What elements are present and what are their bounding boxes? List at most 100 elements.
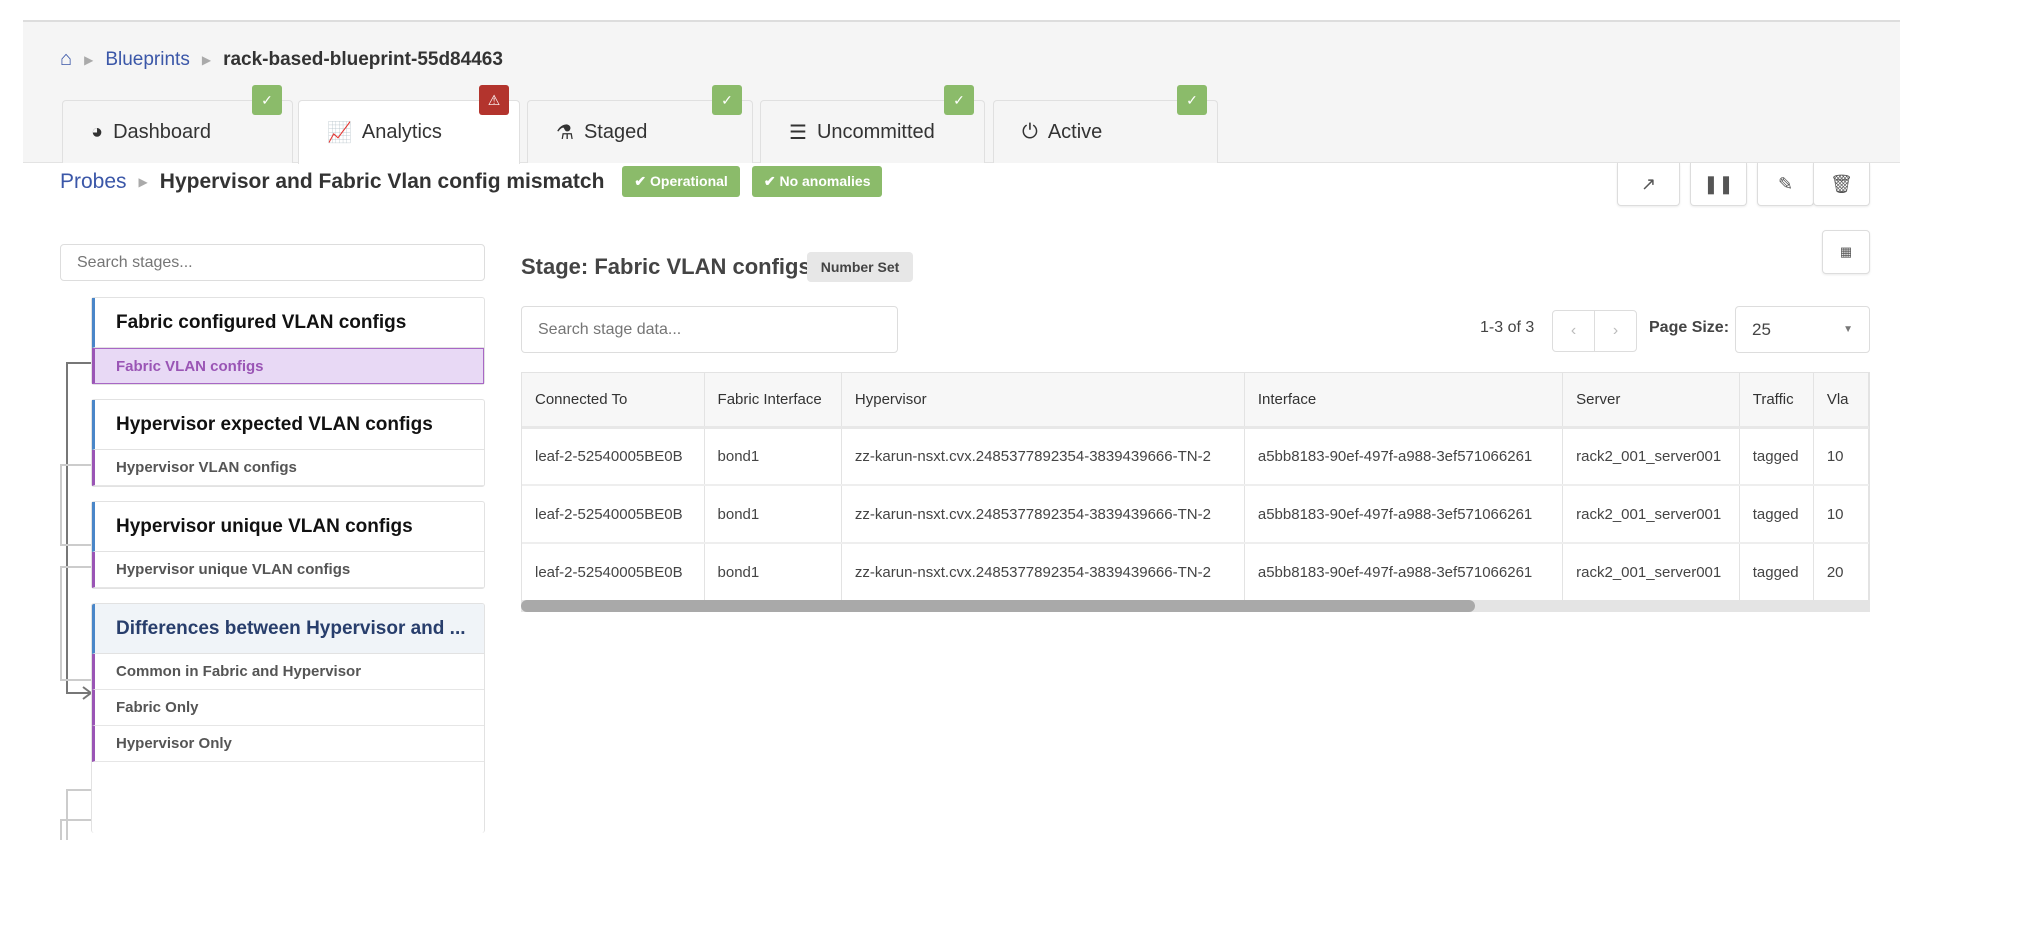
- home-icon[interactable]: ⌂: [60, 48, 72, 71]
- anomalies-label: No anomalies: [779, 173, 871, 189]
- chevron-right-icon: ▶: [84, 52, 94, 67]
- breadcrumb: ⌂ ▶ Blueprints ▶ rack-based-blueprint-55…: [60, 48, 503, 71]
- page-size-select[interactable]: 25 ▼: [1735, 306, 1870, 353]
- table-cell: bond1: [704, 485, 842, 544]
- stage-data-table: Connected To Fabric Interface Hypervisor…: [521, 372, 1870, 612]
- stage-title[interactable]: Hypervisor unique VLAN configs: [92, 502, 484, 552]
- pause-button[interactable]: ❚❚: [1690, 163, 1747, 206]
- table-cell: leaf-2-52540005BE0B: [522, 543, 705, 602]
- next-page-button[interactable]: ›: [1595, 311, 1636, 351]
- table-row[interactable]: leaf-2-52540005BE0B bond1 zz-karun-nsxt.cv…: [522, 543, 1869, 602]
- tab-label: Dashboard: [113, 120, 211, 143]
- chevron-right-icon: ▶: [138, 174, 148, 189]
- table-cell: tagged: [1739, 485, 1814, 544]
- pause-icon: ❚❚: [1703, 173, 1734, 194]
- table-cell: 20: [1813, 543, 1869, 602]
- ok-badge-icon: ✓: [944, 85, 974, 115]
- tab-label: Analytics: [361, 121, 442, 143]
- probe-title-bar: Probes ▶ Hypervisor and Fabric Vlan conf…: [60, 166, 883, 197]
- stage-output[interactable]: Hypervisor unique VLAN configs: [92, 552, 484, 588]
- dashboard-icon: ◕: [91, 120, 104, 143]
- table-cell: a5bb8183-90ef-497f-a988-3ef571066261: [1244, 427, 1564, 486]
- table-cell: 10: [1813, 485, 1869, 544]
- share-icon: ↗: [1640, 173, 1657, 194]
- table-cell: rack2_001_server001: [1562, 485, 1740, 544]
- flask-icon: ⚗: [556, 121, 574, 144]
- edit-icon: ✎: [1777, 173, 1794, 194]
- stage-title-heading: Stage: Fabric VLAN configs: [521, 254, 811, 279]
- column-header[interactable]: Hypervisor: [841, 373, 1245, 429]
- column-header[interactable]: Server: [1562, 373, 1740, 429]
- edit-button[interactable]: ✎: [1757, 163, 1814, 206]
- table-cell: zz-karun-nsxt.cvx.2485377892354-38394396…: [841, 543, 1245, 602]
- table-cell: tagged: [1739, 543, 1814, 602]
- pagination-controls: ‹ ›: [1552, 310, 1637, 352]
- page-size-value: 25: [1752, 319, 1771, 339]
- page-size-label: Page Size:: [1649, 319, 1730, 336]
- column-header[interactable]: Vla: [1813, 373, 1869, 429]
- breadcrumb-current: rack-based-blueprint-55d84463: [223, 48, 503, 70]
- stage-output[interactable]: Hypervisor Only: [92, 726, 484, 762]
- warning-badge-icon: ⚠: [479, 85, 509, 115]
- tab-active[interactable]: ⏻ Active ✓: [993, 85, 1218, 163]
- table-cell: a5bb8183-90ef-497f-a988-3ef571066261: [1244, 543, 1564, 602]
- probes-link[interactable]: Probes: [60, 170, 127, 194]
- column-header[interactable]: Connected To: [522, 373, 705, 429]
- delete-button[interactable]: 🗑: [1813, 163, 1870, 206]
- table-cell: bond1: [704, 543, 842, 602]
- prev-page-button[interactable]: ‹: [1553, 311, 1595, 351]
- probe-title: Hypervisor and Fabric Vlan config mismat…: [159, 169, 605, 193]
- stage-output[interactable]: Fabric Only: [92, 690, 484, 726]
- table-cell: zz-karun-nsxt.cvx.2485377892354-38394396…: [841, 427, 1245, 486]
- scrollbar-thumb[interactable]: [521, 600, 1475, 612]
- stage-connectors: [60, 362, 93, 840]
- stage-output[interactable]: Hypervisor VLAN configs: [92, 450, 484, 486]
- stage-card: Hypervisor unique VLAN configs Hyperviso…: [91, 501, 485, 589]
- tab-uncommitted[interactable]: ☰ Uncommitted ✓: [760, 85, 985, 163]
- layout-toggle-button[interactable]: ▦: [1822, 230, 1870, 274]
- table-cell: leaf-2-52540005BE0B: [522, 427, 705, 486]
- stage-title[interactable]: Differences between Hypervisor and ...: [92, 604, 484, 654]
- table-cell: bond1: [704, 427, 842, 486]
- stage-output[interactable]: Common in Fabric and Hypervisor: [92, 654, 484, 690]
- table-cell: rack2_001_server001: [1562, 543, 1740, 602]
- stage-output-selected[interactable]: Fabric VLAN configs: [92, 348, 484, 384]
- column-header[interactable]: Fabric Interface: [704, 373, 842, 429]
- search-stages-input[interactable]: [60, 244, 485, 281]
- stage-card: Differences between Hypervisor and ... C…: [91, 603, 485, 833]
- tasks-icon: ☰: [789, 121, 807, 144]
- column-header[interactable]: Interface: [1244, 373, 1564, 429]
- operational-badge: ✔ Operational: [622, 166, 740, 197]
- grid-icon: ▦: [1839, 244, 1853, 259]
- table-row[interactable]: leaf-2-52540005BE0B bond1 zz-karun-nsxt.cv…: [522, 427, 1869, 486]
- table-row[interactable]: leaf-2-52540005BE0B bond1 zz-karun-nsxt.cv…: [522, 485, 1869, 544]
- table-cell: a5bb8183-90ef-497f-a988-3ef571066261: [1244, 485, 1564, 544]
- anomalies-badge: ✔ No anomalies: [751, 166, 883, 197]
- stage-card: Fabric configured VLAN configs Fabric VL…: [91, 297, 485, 385]
- ok-badge-icon: ✓: [1177, 85, 1207, 115]
- export-button[interactable]: ↗: [1617, 163, 1680, 206]
- breadcrumb-blueprints[interactable]: Blueprints: [105, 49, 190, 71]
- ok-badge-icon: ✓: [712, 85, 742, 115]
- tab-staged[interactable]: ⚗ Staged ✓: [527, 85, 753, 163]
- stage-title[interactable]: Hypervisor expected VLAN configs: [92, 400, 484, 450]
- stage-title[interactable]: Fabric configured VLAN configs: [92, 298, 484, 348]
- table-cell: rack2_001_server001: [1562, 427, 1740, 486]
- caret-down-icon: ▼: [1843, 324, 1853, 335]
- operational-label: Operational: [650, 173, 728, 189]
- tab-label: Active: [1047, 120, 1103, 143]
- table-cell: tagged: [1739, 427, 1814, 486]
- tab-label: Uncommitted: [816, 120, 935, 143]
- stage-card: Hypervisor expected VLAN configs Hypervi…: [91, 399, 485, 487]
- power-icon: ⏻: [1022, 120, 1038, 143]
- table-cell: zz-karun-nsxt.cvx.2485377892354-38394396…: [841, 485, 1245, 544]
- tab-analytics[interactable]: 📈 Analytics ⚠: [298, 85, 520, 164]
- table-cell: leaf-2-52540005BE0B: [522, 485, 705, 544]
- line-chart-icon: 📈: [327, 122, 352, 144]
- trash-icon: 🗑: [1830, 173, 1853, 194]
- column-header[interactable]: Traffic: [1739, 373, 1814, 429]
- tab-dashboard[interactable]: ◕ Dashboard ✓: [62, 85, 293, 163]
- table-cell: 10: [1813, 427, 1869, 486]
- chevron-right-icon: ▶: [201, 52, 212, 67]
- search-stage-data-input[interactable]: [521, 306, 898, 353]
